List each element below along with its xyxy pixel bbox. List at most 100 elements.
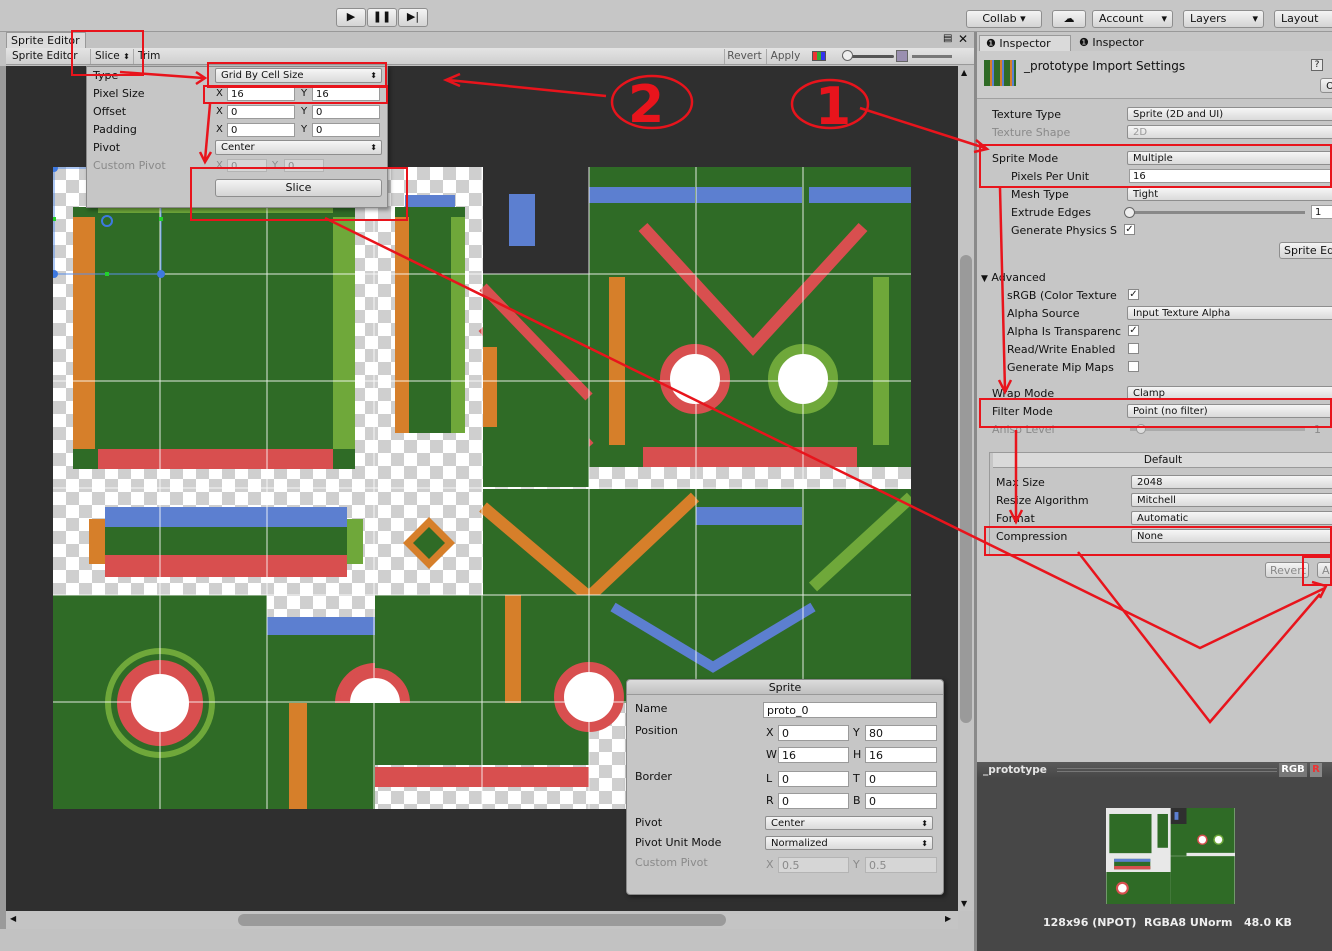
- layers-button[interactable]: Layers ▾: [1183, 10, 1264, 28]
- sprite-editor-button[interactable]: Sprite Ed: [1279, 242, 1332, 259]
- extrude-slider-thumb[interactable]: [1124, 207, 1135, 218]
- border-l-field[interactable]: 0: [778, 771, 849, 787]
- custom-x-label: X: [766, 858, 774, 871]
- play-button[interactable]: ▶: [336, 8, 366, 27]
- border-b-field[interactable]: 0: [865, 793, 937, 809]
- window-menu-icon[interactable]: ▤: [943, 33, 952, 44]
- advanced-foldout[interactable]: ▼ Advanced: [981, 271, 1046, 286]
- pos-y-field[interactable]: 80: [865, 725, 937, 741]
- mip-maps-checkbox[interactable]: [1128, 361, 1139, 372]
- extrude-slider-track[interactable]: [1127, 211, 1305, 214]
- annotation-box-sprite-mode: [979, 144, 1332, 188]
- dropdown-icon: ▾: [1161, 12, 1167, 25]
- apply-button[interactable]: Apply: [766, 49, 804, 64]
- resize-algorithm-label: Resize Algorithm: [996, 494, 1089, 507]
- account-button[interactable]: Account ▾: [1092, 10, 1173, 28]
- sprite-custom-pivot-label: Custom Pivot: [635, 856, 708, 869]
- offset-y-field[interactable]: 0: [312, 105, 380, 119]
- texture-shape-label: Texture Shape: [992, 126, 1071, 139]
- pivot-dropdown[interactable]: Center ⬍: [215, 140, 382, 155]
- cloud-icon: ☁: [1063, 12, 1075, 25]
- aniso-slider-track[interactable]: [1130, 428, 1305, 431]
- generate-physics-checkbox[interactable]: ✓: [1124, 224, 1135, 235]
- texture-type-dropdown[interactable]: Sprite (2D and UI): [1127, 107, 1332, 121]
- scroll-down-icon[interactable]: ▼: [961, 899, 967, 908]
- play-icon: ▶: [346, 10, 356, 23]
- texture-shape-dropdown[interactable]: 2D: [1127, 125, 1332, 139]
- border-r-field[interactable]: 0: [778, 793, 849, 809]
- mesh-type-dropdown[interactable]: Tight: [1127, 187, 1332, 201]
- horizontal-scroll-thumb[interactable]: [238, 914, 726, 926]
- pos-w-label: W: [766, 748, 777, 761]
- pos-w-field[interactable]: 16: [778, 747, 849, 763]
- pause-icon: ❚❚: [372, 10, 392, 23]
- pos-y-label: Y: [853, 726, 860, 739]
- open-button[interactable]: O: [1320, 78, 1332, 93]
- padding-x-field[interactable]: 0: [227, 123, 295, 137]
- sprite-editor-tab-bar: [0, 32, 975, 48]
- resize-algorithm-dropdown[interactable]: Mitchell: [1131, 493, 1332, 507]
- sprite-panel-title: Sprite: [627, 680, 943, 695]
- offset-x-field[interactable]: 0: [227, 105, 295, 119]
- padding-y-field[interactable]: 0: [312, 123, 380, 137]
- alpha-source-label: Alpha Source: [1007, 307, 1080, 320]
- dropdown-icon: ⬍: [921, 819, 928, 828]
- sprite-pivot-dropdown[interactable]: Center ⬍: [765, 816, 933, 830]
- collab-button[interactable]: Collab ▾: [966, 10, 1042, 28]
- alpha-transparency-checkbox[interactable]: ✓: [1128, 325, 1139, 336]
- border-t-field[interactable]: 0: [865, 771, 937, 787]
- layout-button[interactable]: Layout: [1274, 10, 1332, 28]
- format-dropdown[interactable]: Automatic: [1131, 511, 1332, 525]
- custom-y-label: Y: [853, 858, 860, 871]
- sprite-custom-pivot-y[interactable]: 0.5: [865, 857, 937, 873]
- border-l-label: L: [766, 772, 773, 785]
- inspector-tab-active[interactable]: ❶ Inspector: [979, 35, 1071, 51]
- info-icon: ❶: [1079, 36, 1089, 49]
- sprite-custom-pivot-x[interactable]: 0.5: [778, 857, 849, 873]
- annotation-box-slice-button: [190, 167, 408, 221]
- dropdown-icon: ⬍: [921, 839, 928, 848]
- rgb-channel-button[interactable]: RGB: [1279, 763, 1307, 777]
- border-b-label: B: [853, 794, 861, 807]
- pivot-unit-mode-label: Pivot Unit Mode: [635, 836, 722, 849]
- inspector-tab-second[interactable]: ❶ Inspector: [1073, 35, 1165, 51]
- sprite-name-field[interactable]: proto_0: [763, 702, 937, 718]
- scroll-left-icon[interactable]: ◀: [10, 914, 16, 923]
- color-channel-icon[interactable]: [812, 51, 826, 61]
- close-icon[interactable]: ✕: [958, 32, 968, 46]
- inspector-scrollbar-track: [977, 600, 1332, 760]
- pos-h-field[interactable]: 16: [865, 747, 937, 763]
- annotation-box-pixel-size: [203, 85, 388, 104]
- srgb-label: sRGB (Color Texture: [1007, 289, 1117, 302]
- revert-button[interactable]: Revert: [724, 49, 764, 64]
- r-channel-button[interactable]: R: [1310, 763, 1322, 777]
- pivot-unit-mode-dropdown[interactable]: Normalized ⬍: [765, 836, 933, 850]
- scroll-up-icon[interactable]: ▲: [961, 68, 967, 77]
- padding-x-label: X: [216, 124, 223, 135]
- vertical-scroll-thumb[interactable]: [960, 255, 972, 723]
- dropdown-icon: ▾: [1252, 12, 1258, 25]
- custom-pivot-label: Custom Pivot: [93, 159, 166, 172]
- scroll-right-icon[interactable]: ▶: [945, 914, 951, 923]
- extrude-value-field[interactable]: 1: [1311, 205, 1332, 219]
- offset-x-label: X: [216, 106, 223, 117]
- mipmap-icon[interactable]: [896, 50, 908, 62]
- pos-x-field[interactable]: 0: [778, 725, 849, 741]
- annotation-box-slice: [71, 30, 144, 76]
- help-icon[interactable]: ?: [1311, 59, 1323, 71]
- zoom-slider-thumb[interactable]: [842, 50, 853, 61]
- max-size-dropdown[interactable]: 2048: [1131, 475, 1332, 489]
- read-write-checkbox[interactable]: [1128, 343, 1139, 354]
- step-button[interactable]: ▶|: [398, 8, 428, 27]
- srgb-checkbox[interactable]: ✓: [1128, 289, 1139, 300]
- pause-button[interactable]: ❚❚: [367, 8, 397, 27]
- platform-tab-default[interactable]: Default: [993, 453, 1332, 468]
- step-icon: ▶|: [406, 10, 420, 23]
- annotation-box-filter-mode: [979, 398, 1332, 428]
- texture-thumbnail-icon: [984, 60, 1016, 86]
- cloud-button[interactable]: ☁: [1052, 10, 1086, 28]
- preview-drag-handle[interactable]: [1057, 768, 1277, 772]
- mipmap-slider-track[interactable]: [912, 55, 952, 58]
- format-label: Format: [996, 512, 1035, 525]
- alpha-source-dropdown[interactable]: Input Texture Alpha: [1127, 306, 1332, 320]
